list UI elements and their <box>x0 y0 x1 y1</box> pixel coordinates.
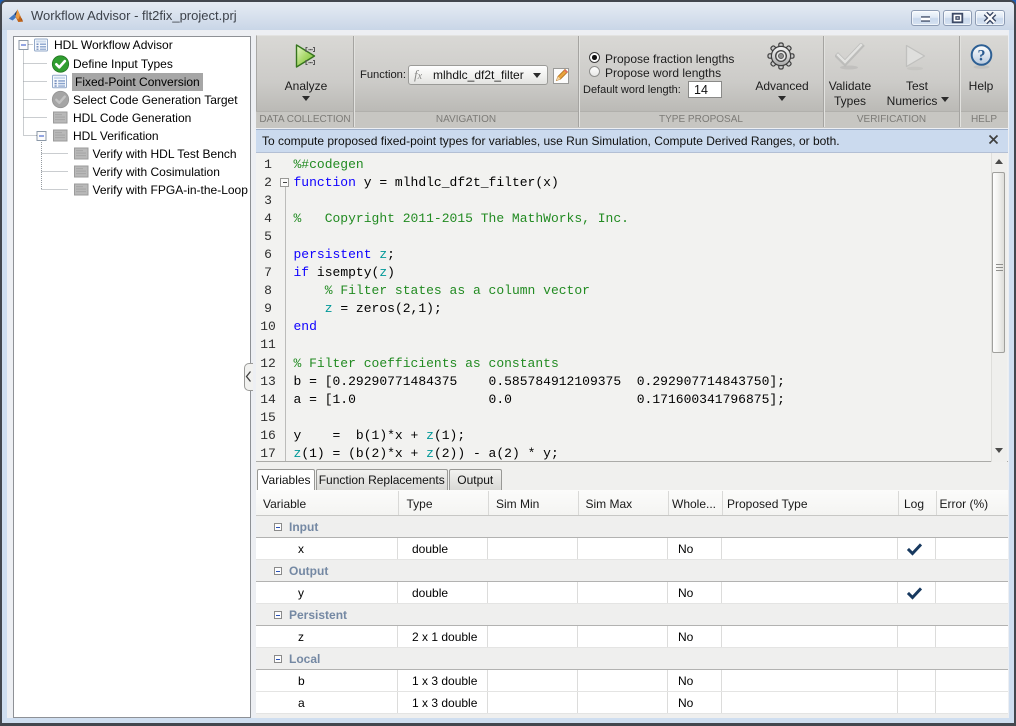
svg-text:?: ? <box>978 48 986 65</box>
